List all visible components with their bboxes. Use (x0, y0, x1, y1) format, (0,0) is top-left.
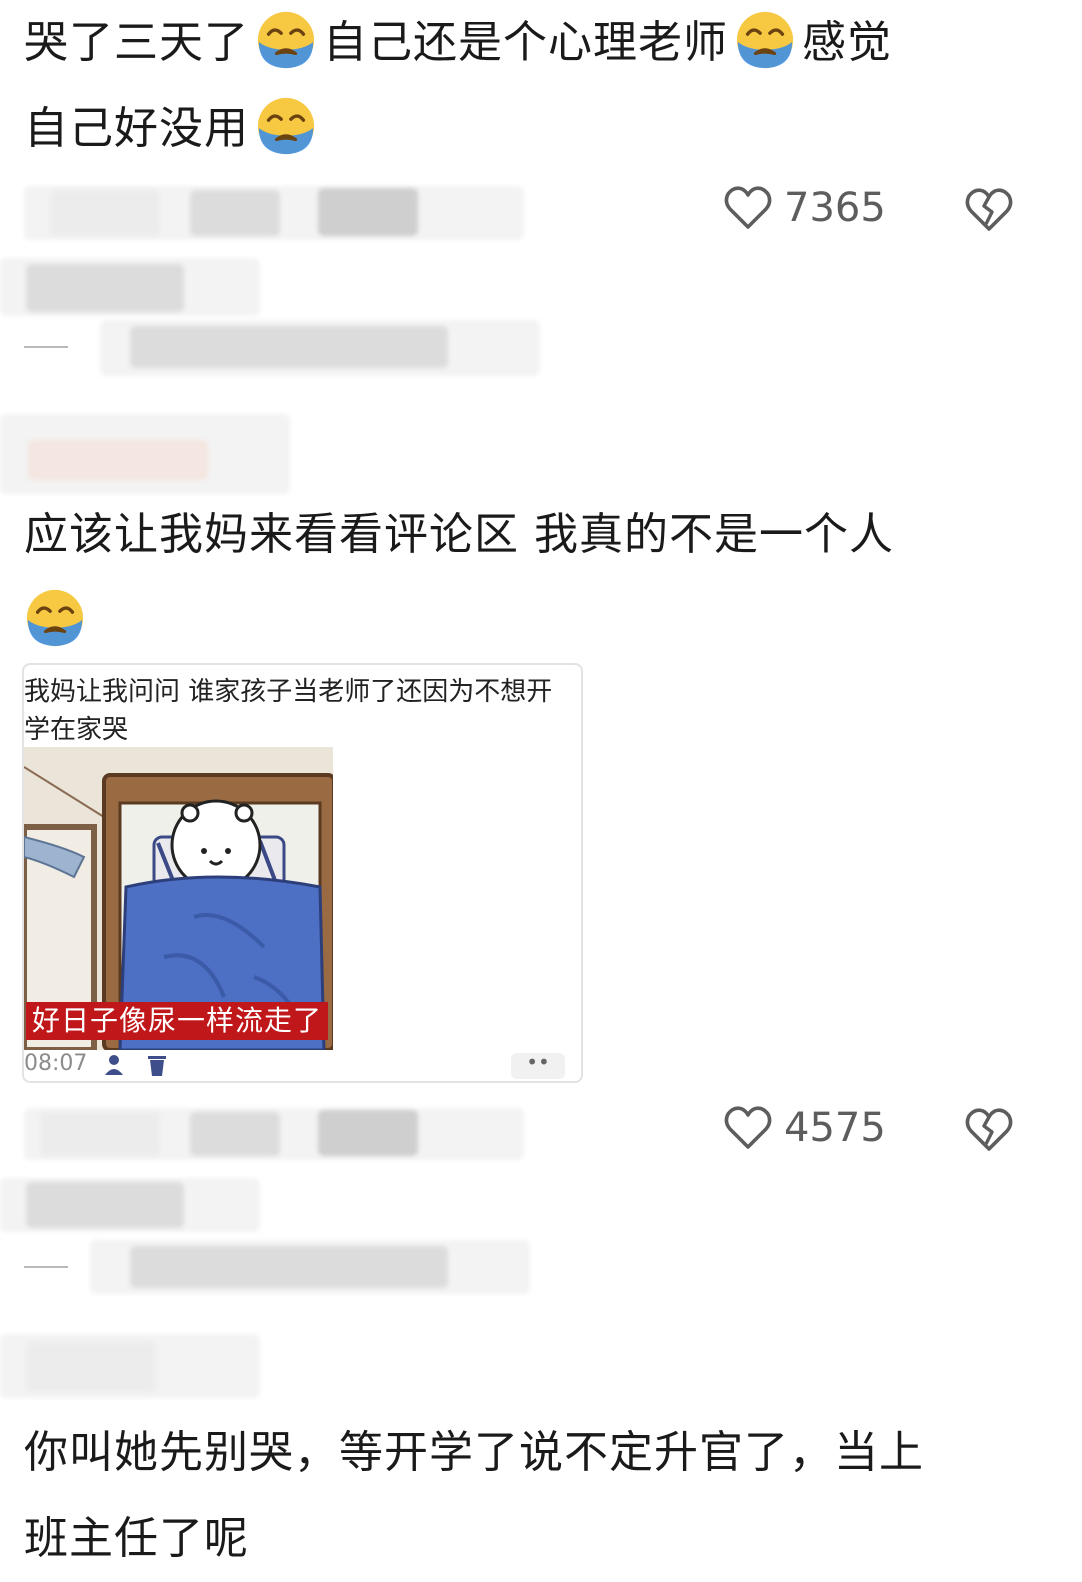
like-count: 7365 (784, 185, 886, 231)
blurred-meta (50, 190, 160, 236)
blurred-meta (190, 190, 280, 236)
blurred-reply (130, 326, 448, 368)
like-count: 4575 (784, 1105, 886, 1151)
blurred-meta (318, 1110, 418, 1156)
comment-2-line: 应该让我妈来看看评论区 我真的不是一个人 (24, 509, 894, 560)
more-button[interactable]: •• (511, 1052, 565, 1079)
embedded-time: 08:07 (24, 1051, 88, 1076)
blurred-username (28, 440, 208, 480)
comment-3-text: 你叫她先别哭，等开学了说不定升官了，当上 班主任了呢 (24, 1410, 924, 1582)
like-button[interactable]: 4575 (722, 1102, 886, 1154)
broken-heart-icon[interactable] (962, 182, 1016, 236)
meme-image[interactable]: 好日子像尿一样流走了 (24, 747, 333, 1050)
blurred-reply (130, 1246, 448, 1288)
reply-divider (24, 1266, 68, 1268)
blurred-username (26, 1342, 156, 1392)
crying-face-icon (255, 9, 317, 71)
blurred-reply (26, 1182, 184, 1228)
comment-1-line: 哭了三天了 (24, 17, 249, 68)
reply-divider (24, 346, 68, 348)
comment-3-line: 班主任了呢 (24, 1513, 249, 1564)
trash-icon[interactable] (146, 1053, 168, 1077)
comment-1-text: 哭了三天了 自己还是个心理老师 感觉 自己好没用 (24, 0, 892, 172)
crying-face-icon (734, 9, 796, 71)
comment-1-line: 感觉 (802, 17, 892, 68)
meme-caption: 好日子像尿一样流走了 (26, 1002, 329, 1040)
comment-1-line: 自己好没用 (24, 103, 249, 154)
comment-3-line: 你叫她先别哭，等开学了说不定升官了，当上 (24, 1427, 924, 1478)
blurred-meta (190, 1112, 280, 1156)
embedded-footer: 08:07 •• (24, 1051, 581, 1081)
crying-face-icon (255, 95, 317, 157)
broken-heart-icon[interactable] (962, 1102, 1016, 1156)
person-icon[interactable] (104, 1053, 128, 1077)
embedded-text: 我妈让我问问 谁家孩子当老师了还因为不想开学在家哭 (24, 677, 553, 745)
blurred-meta (40, 1112, 160, 1156)
comment-2-text: 应该让我妈来看看评论区 我真的不是一个人 (24, 492, 894, 664)
comment-1-line: 自己还是个心理老师 (323, 17, 728, 68)
blurred-meta (318, 188, 418, 236)
embedded-screenshot-card[interactable]: 我妈让我问问 谁家孩子当老师了还因为不想开学在家哭 好日子像尿一样流走了 08:… (22, 663, 583, 1083)
heart-outline-icon (722, 1102, 774, 1154)
like-button[interactable]: 7365 (722, 182, 886, 234)
crying-face-icon (24, 587, 86, 649)
blurred-reply (26, 264, 184, 312)
heart-outline-icon (722, 182, 774, 234)
